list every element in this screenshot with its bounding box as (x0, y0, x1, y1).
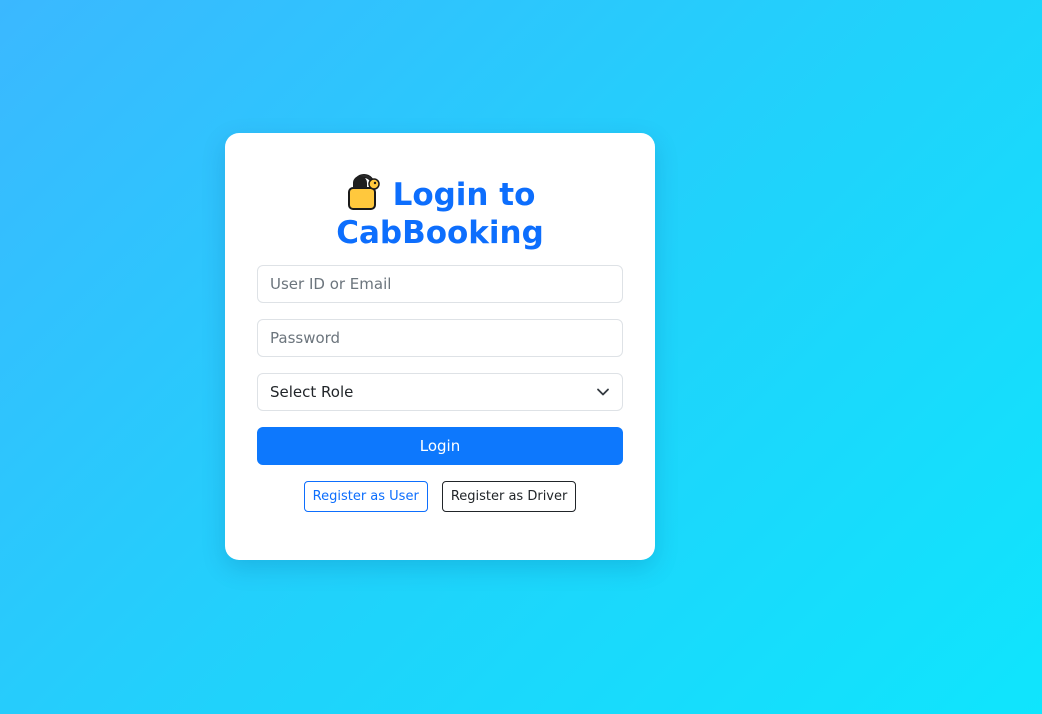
title-line-1: Login to (392, 177, 536, 213)
role-select[interactable]: Select Role (257, 373, 623, 411)
login-card: Login to CabBooking Select Role Login Re… (225, 133, 655, 560)
chevron-down-icon (596, 385, 610, 399)
login-button[interactable]: Login (257, 427, 623, 465)
user-id-email-input[interactable] (257, 265, 623, 303)
register-options: Register as User Register as Driver (225, 481, 655, 512)
register-user-button[interactable]: Register as User (303, 481, 428, 512)
register-driver-button[interactable]: Register as Driver (441, 481, 577, 512)
lock-icon (345, 173, 383, 211)
role-select-value: Select Role (270, 383, 354, 401)
page-title: Login to CabBooking (257, 173, 623, 252)
title-line-2: CabBooking (336, 215, 544, 251)
password-input[interactable] (257, 319, 623, 357)
